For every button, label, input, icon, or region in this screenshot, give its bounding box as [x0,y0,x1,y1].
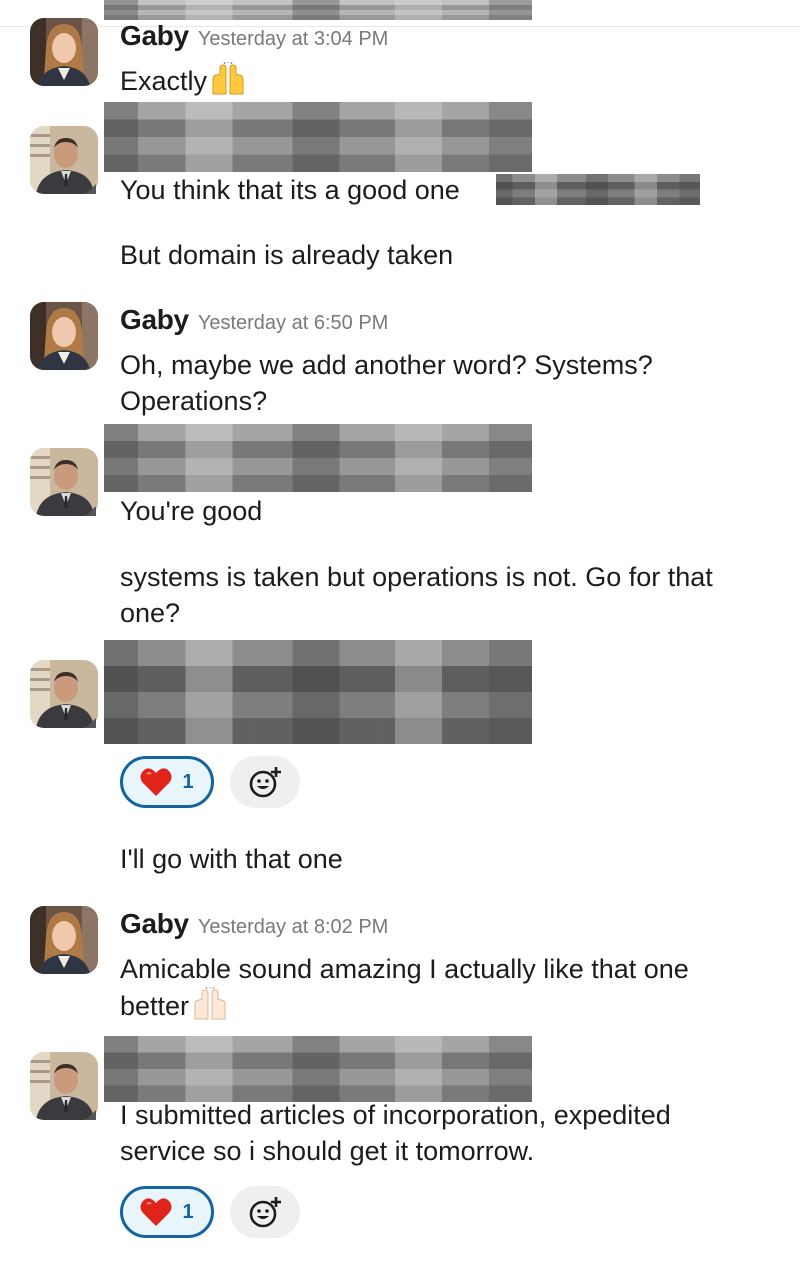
presence-icon [86,506,96,516]
message-line: Operations? [120,386,268,416]
redacted-text [496,174,700,205]
timestamp[interactable]: Yesterday at 8:02 PM [198,916,389,939]
heart-icon [140,767,172,797]
redacted-sender-header [104,102,532,172]
message-line: You think that its a good one [120,175,460,205]
message-text: Exactly [120,62,248,99]
timestamp[interactable]: Yesterday at 3:04 PM [198,28,389,51]
message-line: You're good [120,496,263,526]
avatar-gaby[interactable] [30,18,98,86]
reaction-count: 1 [182,770,194,793]
add-reaction-button[interactable] [230,756,300,808]
message-line: service so i should get it tomorrow. [120,1136,535,1166]
add-reaction-button[interactable] [230,1186,300,1238]
redacted-sender-header [104,1036,532,1102]
avatar-gaby[interactable] [30,906,98,974]
message-line: I'll go with that one [120,844,343,874]
presence-icon [86,718,96,728]
gaby-avatar-icon [30,18,98,86]
gaby-avatar-icon [30,302,98,370]
gaby-avatar-icon [30,906,98,974]
sender-name[interactable]: Gaby [120,20,189,52]
heart-icon [140,1197,172,1227]
message-header: Gaby Yesterday at 3:04 PM [120,20,388,52]
message-line: better [120,991,190,1021]
reaction-heart[interactable]: 1 [120,756,214,808]
message-header: Gaby Yesterday at 6:50 PM [120,304,388,336]
sender-name[interactable]: Gaby [120,908,189,940]
redacted-sender-header [104,424,532,492]
message-line: Exactly [120,66,208,96]
message-line: systems is taken but operations is not. … [120,562,713,592]
reaction-heart[interactable]: 1 [120,1186,214,1238]
sender-name[interactable]: Gaby [120,304,189,336]
raised-hands-icon [190,987,230,1021]
message-header: Gaby Yesterday at 8:02 PM [120,908,388,940]
message-line: one? [120,598,181,628]
add-reaction-icon [248,1195,282,1229]
message-line: Oh, maybe we add another word? Systems? [120,350,653,380]
raised-hands-icon [208,62,248,96]
presence-icon [86,1110,96,1120]
message-line: I submitted articles of incorporation, e… [120,1100,671,1130]
reaction-count: 1 [182,1200,194,1223]
avatar-gaby[interactable] [30,302,98,370]
message-text: better [120,987,230,1024]
redacted-header [104,0,532,20]
redacted-message-content [104,640,532,744]
presence-icon [86,184,96,194]
message-line: Amicable sound amazing I actually like t… [120,954,689,984]
timestamp[interactable]: Yesterday at 6:50 PM [198,312,389,335]
add-reaction-icon [248,765,282,799]
message-line: But domain is already taken [120,240,454,270]
